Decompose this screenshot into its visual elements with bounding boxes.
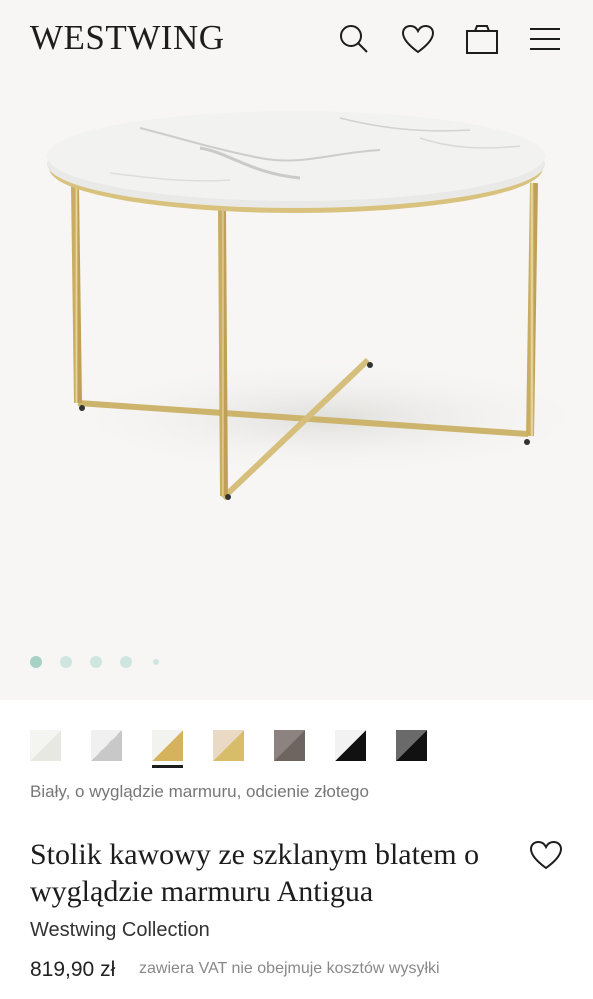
product-title: Stolik kawowy ze szklanym blatem o wyglą…	[30, 838, 480, 908]
logo[interactable]: WESTWING	[30, 20, 225, 56]
carousel-dot[interactable]	[30, 656, 42, 668]
swatch-beige-marble-gold[interactable]	[213, 730, 244, 761]
shopping-bag-icon[interactable]	[465, 22, 499, 56]
swatch-white-marble-silver[interactable]	[91, 730, 122, 761]
swatch-selected-underline	[152, 765, 183, 768]
site-header: WESTWING	[0, 0, 593, 78]
swatch-grey-brown[interactable]	[274, 730, 305, 761]
swatch-black-white[interactable]	[335, 730, 366, 761]
brand-link[interactable]: Westwing Collection	[30, 919, 210, 942]
swatch-white-marble[interactable]	[30, 730, 61, 761]
product-image[interactable]	[0, 78, 593, 638]
carousel-dots	[30, 655, 177, 669]
swatch-black-grey[interactable]	[396, 730, 427, 761]
heart-icon[interactable]	[401, 22, 435, 56]
carousel-dot[interactable]	[120, 656, 132, 668]
carousel-dot[interactable]	[153, 659, 159, 665]
carousel-dot[interactable]	[60, 656, 72, 668]
carousel-dot[interactable]	[90, 656, 102, 668]
price: 819,90 zł	[30, 958, 116, 981]
menu-icon[interactable]	[528, 22, 562, 56]
vat-note: zawiera VAT nie obejmuje kosztów wysyłki	[139, 960, 440, 977]
color-swatches	[30, 730, 457, 768]
wishlist-heart-icon[interactable]	[529, 840, 563, 872]
search-icon[interactable]	[337, 22, 371, 56]
selected-variant-label: Biały, o wyglądzie marmuru, odcienie zło…	[30, 782, 369, 801]
product-gallery[interactable]: WESTWING	[0, 0, 593, 700]
swatch-white-marble-gold[interactable]	[152, 730, 183, 768]
